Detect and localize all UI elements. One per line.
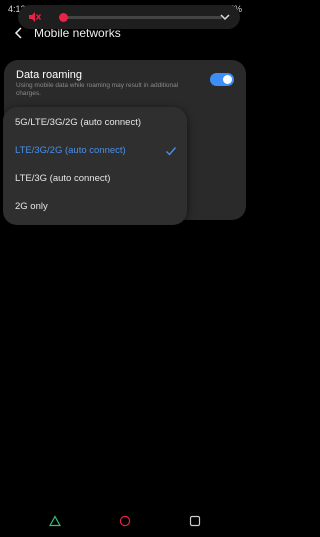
option-label: LTE/3G/2G (auto connect) (15, 145, 126, 156)
option-label: 2G only (15, 201, 48, 212)
recents-icon[interactable] (189, 515, 201, 527)
data-roaming-title: Data roaming (16, 69, 83, 81)
volume-slider[interactable] (59, 13, 222, 22)
network-mode-option[interactable]: 5G/LTE/3G/2G (auto connect) (3, 110, 187, 138)
mute-icon[interactable] (26, 9, 42, 25)
data-roaming-toggle[interactable] (210, 73, 234, 86)
network-mode-option[interactable]: 2G only (3, 194, 187, 222)
data-roaming-description: Using mobile data while roaming may resu… (16, 82, 179, 97)
toggle-knob (223, 75, 232, 84)
chevron-down-icon[interactable] (218, 10, 232, 24)
option-label: LTE/3G (auto connect) (15, 173, 111, 184)
option-label: 5G/LTE/3G/2G (auto connect) (15, 117, 142, 128)
check-icon (166, 147, 177, 156)
network-mode-option-selected[interactable]: LTE/3G/2G (auto connect) (3, 138, 187, 166)
chevron-left-icon[interactable] (12, 26, 26, 40)
network-mode-option[interactable]: LTE/3G (auto connect) (3, 166, 187, 194)
home-icon[interactable] (119, 515, 131, 527)
navigation-bar (0, 505, 250, 537)
volume-panel (18, 5, 240, 29)
volume-slider-thumb[interactable] (59, 13, 68, 22)
network-mode-menu: 5G/LTE/3G/2G (auto connect) LTE/3G/2G (a… (3, 107, 187, 225)
back-icon[interactable] (49, 515, 61, 527)
